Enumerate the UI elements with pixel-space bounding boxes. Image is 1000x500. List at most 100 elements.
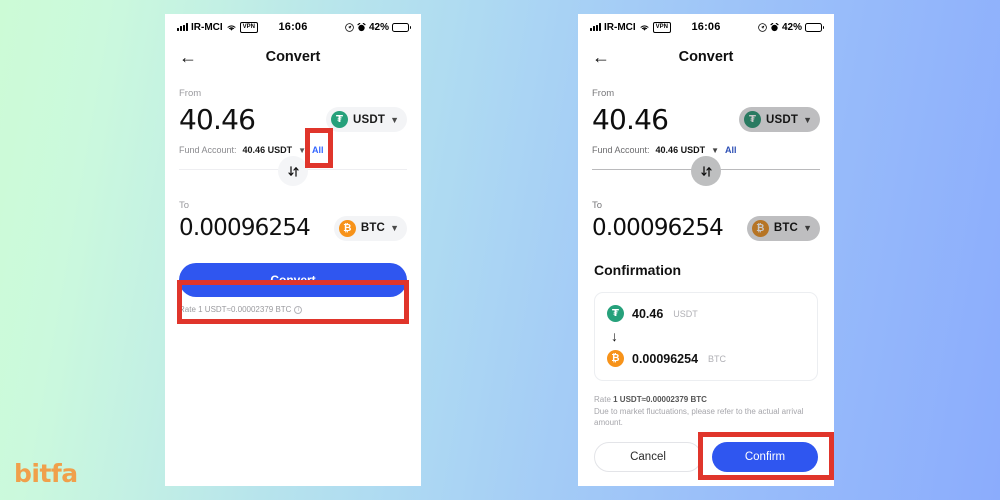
from-amount-input[interactable]: 40.46	[179, 103, 256, 136]
all-button[interactable]: All	[725, 145, 737, 155]
location-arrow-icon	[345, 22, 354, 32]
battery-percent-label: 42%	[782, 21, 803, 33]
fund-account-row[interactable]: Fund Account: 40.46 USDT ▼ All	[179, 145, 407, 155]
confirmation-actions: Cancel Confirm	[594, 442, 818, 472]
info-circle-icon[interactable]: i	[294, 305, 303, 314]
back-arrow-icon[interactable]: ←	[592, 48, 610, 66]
carrier-label: IR-MCI	[604, 21, 636, 33]
fund-account-label: Fund Account:	[592, 145, 650, 155]
swap-row	[179, 156, 407, 186]
back-arrow-icon[interactable]: ←	[179, 48, 197, 66]
confirmation-rate-line: Rate 1 USDT≈0.00002379 BTC	[594, 394, 818, 406]
to-label: To	[592, 200, 603, 211]
status-bar-right: 42%	[308, 21, 412, 33]
fund-account-row[interactable]: Fund Account: 40.46 USDT ▼ All	[592, 145, 820, 155]
app-screen-convert-confirmation: IR-MCI VPN 16:06 42% ← Convert From 40.4…	[578, 14, 834, 486]
phone-screenshot-right: IR-MCI VPN 16:06 42% ← Convert From 40.4…	[578, 14, 834, 486]
to-token-selector[interactable]: ₿ BTC ▼	[746, 215, 820, 241]
confirmation-from-symbol: USDT	[673, 308, 698, 319]
confirmation-to-row: ₿ 0.00096254 BTC	[607, 350, 805, 368]
vpn-badge: VPN	[239, 21, 259, 33]
chevron-down-icon: ▼	[390, 114, 399, 125]
clock-label: 16:06	[278, 21, 308, 33]
chevron-down-icon: ▼	[390, 223, 399, 233]
nav-bar: ← Convert	[578, 40, 834, 74]
wifi-icon	[227, 24, 236, 31]
swap-direction-button[interactable]	[278, 156, 308, 186]
from-amount-input[interactable]: 40.46	[592, 103, 669, 136]
btc-token-icon: ₿	[338, 219, 356, 237]
to-amount-row: 0.00096254 ₿ BTC ▼	[179, 215, 407, 241]
confirmation-sheet: Confirmation ₮ 40.46 USDT ↓ ₿ 0.00096254…	[578, 246, 834, 486]
convert-form: From 40.46 ₮ USDT ▼ Fund Account: 40.46 …	[578, 74, 834, 241]
usdt-token-icon: ₮	[330, 111, 348, 128]
confirmation-summary-card: ₮ 40.46 USDT ↓ ₿ 0.00096254 BTC	[594, 292, 818, 382]
nav-bar: ← Convert	[165, 40, 421, 74]
status-bar-right: 42%	[721, 21, 825, 33]
alarm-icon	[357, 22, 366, 31]
phone-screenshot-left: IR-MCI VPN 16:06 42% ← Convert From 40.4…	[165, 14, 421, 486]
confirmation-rate-prefix: Rate	[594, 395, 614, 405]
swap-direction-button[interactable]	[691, 156, 721, 186]
to-section: To 0.00096254 ₿ BTC ▼	[179, 200, 407, 241]
status-bar: IR-MCI VPN 16:06 42%	[578, 14, 834, 40]
swap-vertical-icon	[700, 165, 712, 177]
swap-vertical-icon	[287, 165, 299, 177]
to-section: To 0.00096254 ₿ BTC ▼	[592, 200, 820, 241]
battery-icon	[805, 22, 825, 32]
status-bar-left: IR-MCI VPN	[590, 21, 691, 33]
from-token-selector[interactable]: ₮ USDT ▼	[738, 107, 820, 132]
chevron-down-icon: ▼	[803, 114, 812, 125]
to-amount-row: 0.00096254 ₿ BTC ▼	[592, 215, 820, 241]
battery-percent-label: 42%	[369, 21, 390, 33]
from-token-symbol: USDT	[352, 113, 386, 126]
confirmation-from-amount: 40.46	[632, 306, 664, 321]
all-button[interactable]: All	[312, 145, 324, 155]
from-token-selector[interactable]: ₮ USDT ▼	[325, 107, 407, 132]
confirmation-title: Confirmation	[594, 262, 682, 279]
rate-line: Rate 1 USDT≈0.00002379 BTC i	[179, 305, 407, 314]
confirmation-note: Rate 1 USDT≈0.00002379 BTC Due to market…	[594, 394, 818, 429]
app-screen-convert: IR-MCI VPN 16:06 42% ← Convert From 40.4…	[165, 14, 421, 486]
page-title: Convert	[678, 49, 734, 65]
to-token-symbol: BTC	[773, 222, 799, 234]
from-amount-row: 40.46 ₮ USDT ▼	[592, 103, 820, 136]
bitfa-logo: bitfa	[14, 459, 78, 488]
fund-account-value: 40.46 USDT	[655, 145, 706, 155]
to-token-symbol: BTC	[360, 222, 386, 234]
from-token-symbol: USDT	[765, 113, 799, 126]
confirmation-disclaimer: Due to market fluctuations, please refer…	[594, 406, 804, 428]
cancel-button[interactable]: Cancel	[594, 442, 702, 472]
convert-action-area: Convert Rate 1 USDT≈0.00002379 BTC i	[179, 263, 407, 314]
wifi-icon	[640, 24, 649, 31]
signal-bars-icon	[177, 23, 188, 31]
vpn-badge: VPN	[652, 21, 672, 33]
confirmation-rate-value: 1 USDT≈0.00002379 BTC	[613, 395, 707, 405]
confirmation-from-row: ₮ 40.46 USDT	[607, 305, 805, 323]
usdt-token-icon: ₮	[743, 111, 761, 128]
to-amount-value: 0.00096254	[179, 215, 311, 241]
chevron-down-icon: ▼	[711, 145, 719, 155]
from-label: From	[179, 88, 202, 99]
swap-row	[592, 156, 820, 186]
page-title: Convert	[265, 49, 321, 65]
battery-icon	[392, 22, 412, 32]
confirmation-to-symbol: BTC	[708, 353, 727, 364]
chevron-down-icon: ▼	[298, 145, 306, 155]
confirmation-to-amount: 0.00096254	[632, 351, 699, 366]
to-token-selector[interactable]: ₿ BTC ▼	[333, 215, 407, 241]
confirm-button[interactable]: Confirm	[712, 442, 818, 472]
to-amount-value: 0.00096254	[592, 215, 724, 241]
convert-button[interactable]: Convert	[179, 263, 407, 297]
signal-bars-icon	[590, 23, 601, 31]
fund-account-value: 40.46 USDT	[242, 145, 293, 155]
fund-account-label: Fund Account:	[179, 145, 237, 155]
dimmed-background-screen: IR-MCI VPN 16:06 42% ← Convert From 40.4…	[578, 14, 834, 241]
btc-token-icon: ₿	[751, 219, 769, 237]
rate-text: Rate 1 USDT≈0.00002379 BTC	[179, 305, 292, 314]
clock-label: 16:06	[691, 21, 721, 33]
arrow-down-icon: ↓	[611, 328, 618, 345]
location-arrow-icon	[758, 22, 767, 32]
usdt-token-icon: ₮	[607, 305, 624, 323]
status-bar: IR-MCI VPN 16:06 42%	[165, 14, 421, 40]
